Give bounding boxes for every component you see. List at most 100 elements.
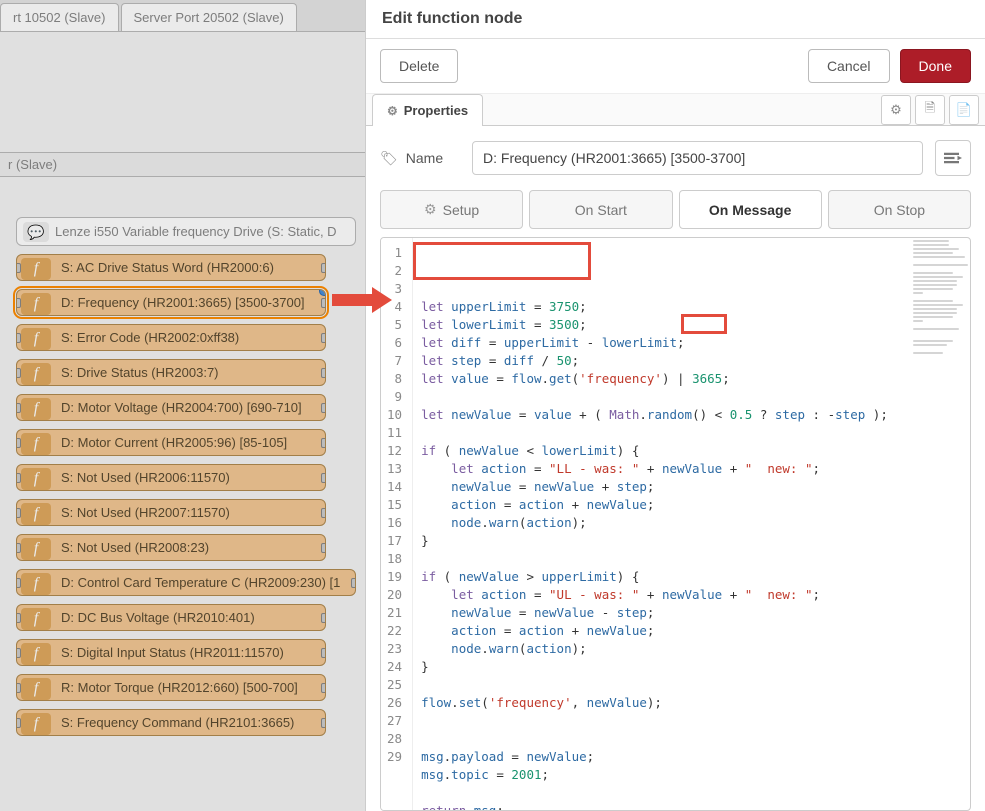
function-node[interactable]: fS: Digital Input Status (HR2011:11570)	[16, 639, 326, 666]
code-line[interactable]: node.warn(action);	[421, 640, 962, 658]
node-port-in[interactable]	[16, 508, 21, 518]
function-node-label: D: DC Bus Voltage (HR2010:401)	[61, 610, 255, 625]
code-line[interactable]: let upperLimit = 3750;	[421, 298, 962, 316]
code-line[interactable]: return msg;	[421, 802, 962, 811]
code-line[interactable]: msg.topic = 2001;	[421, 766, 962, 784]
node-port-in[interactable]	[16, 298, 21, 308]
annotation-highlight	[413, 242, 591, 280]
code-line[interactable]: let action = "LL - was: " + newValue + "…	[421, 460, 962, 478]
node-port-out[interactable]	[321, 438, 326, 448]
code-line[interactable]	[421, 730, 962, 748]
node-port-out[interactable]	[321, 718, 326, 728]
function-node[interactable]: fS: AC Drive Status Word (HR2000:6)	[16, 254, 326, 281]
function-node[interactable]: fS: Not Used (HR2008:23)	[16, 534, 326, 561]
node-port-out[interactable]	[351, 578, 356, 588]
code-body[interactable]: let upperLimit = 3750;let lowerLimit = 3…	[413, 238, 970, 810]
node-port-out[interactable]	[321, 543, 326, 553]
tab-on-stop[interactable]: On Stop	[828, 190, 971, 229]
code-line[interactable]	[421, 784, 962, 802]
node-stack: 💬 Lenze i550 Variable frequency Drive (S…	[0, 177, 365, 744]
code-line[interactable]: let action = "UL - was: " + newValue + "…	[421, 586, 962, 604]
panel-docs-button[interactable]: 🗎	[915, 95, 945, 125]
code-line[interactable]: let lowerLimit = 3500;	[421, 316, 962, 334]
properties-tab-row: ⚙ Properties ⚙ 🗎 📄	[366, 94, 985, 126]
flow-tab-1[interactable]: Server Port 20502 (Slave)	[121, 3, 297, 31]
function-node[interactable]: fD: Frequency (HR2001:3665) [3500-3700]	[16, 289, 326, 316]
node-port-out[interactable]	[321, 263, 326, 273]
node-port-out[interactable]	[321, 648, 326, 658]
code-line[interactable]: flow.set('frequency', newValue);	[421, 694, 962, 712]
node-port-in[interactable]	[16, 368, 21, 378]
node-port-out[interactable]	[321, 333, 326, 343]
function-node[interactable]: fS: Drive Status (HR2003:7)	[16, 359, 326, 386]
node-port-in[interactable]	[16, 648, 21, 658]
function-node[interactable]: fS: Error Code (HR2002:0xff38)	[16, 324, 326, 351]
name-input[interactable]	[472, 141, 923, 175]
delete-button[interactable]: Delete	[380, 49, 458, 83]
function-icon: f	[21, 503, 51, 525]
code-editor[interactable]: 1234567891011121314151617181920212223242…	[380, 237, 971, 811]
code-line[interactable]	[421, 676, 962, 694]
code-line[interactable]: newValue = newValue - step;	[421, 604, 962, 622]
function-node[interactable]: fD: DC Bus Voltage (HR2010:401)	[16, 604, 326, 631]
node-port-in[interactable]	[16, 613, 21, 623]
node-port-out[interactable]	[321, 613, 326, 623]
node-port-out[interactable]	[321, 473, 326, 483]
code-line[interactable]: msg.payload = newValue;	[421, 748, 962, 766]
code-line[interactable]: let newValue = value + ( Math.random() <…	[421, 406, 962, 424]
function-icon: f	[21, 643, 51, 665]
code-line[interactable]: action = action + newValue;	[421, 496, 962, 514]
done-button[interactable]: Done	[900, 49, 971, 83]
node-port-in[interactable]	[16, 263, 21, 273]
cancel-button[interactable]: Cancel	[808, 49, 890, 83]
function-node[interactable]: fS: Not Used (HR2007:11570)	[16, 499, 326, 526]
code-line[interactable]: }	[421, 532, 962, 550]
tab-on-start[interactable]: On Start	[529, 190, 672, 229]
function-node[interactable]: fS: Frequency Command (HR2101:3665)	[16, 709, 326, 736]
node-port-out[interactable]	[321, 508, 326, 518]
code-line[interactable]: if ( newValue < lowerLimit) {	[421, 442, 962, 460]
tab-setup[interactable]: ⚙ Setup	[380, 190, 523, 229]
code-line[interactable]: }	[421, 658, 962, 676]
node-port-out[interactable]	[321, 403, 326, 413]
code-line[interactable]	[421, 388, 962, 406]
code-line[interactable]	[421, 424, 962, 442]
function-node[interactable]: fD: Control Card Temperature C (HR2009:2…	[16, 569, 356, 596]
flow-tab-0[interactable]: rt 10502 (Slave)	[0, 3, 119, 31]
code-line[interactable]: let step = diff / 50;	[421, 352, 962, 370]
panel-aux-button[interactable]: 📄	[949, 95, 979, 125]
node-port-in[interactable]	[16, 438, 21, 448]
gear-icon: ⚙	[890, 102, 902, 118]
panel-actions: Delete Cancel Done	[366, 39, 985, 94]
node-port-in[interactable]	[16, 578, 21, 588]
code-line[interactable]: let value = flow.get('frequency') | 3665…	[421, 370, 962, 388]
code-line[interactable]: newValue = newValue + step;	[421, 478, 962, 496]
code-line[interactable]: if ( newValue > upperLimit) {	[421, 568, 962, 586]
node-port-out[interactable]	[321, 298, 326, 308]
flow-canvas[interactable]: rt 10502 (Slave) Server Port 20502 (Slav…	[0, 0, 365, 811]
code-line[interactable]	[421, 712, 962, 730]
code-line[interactable]: let diff = upperLimit - lowerLimit;	[421, 334, 962, 352]
comment-node[interactable]: 💬 Lenze i550 Variable frequency Drive (S…	[16, 217, 356, 246]
tab-on-message[interactable]: On Message	[679, 190, 822, 229]
node-port-in[interactable]	[16, 683, 21, 693]
node-port-in[interactable]	[16, 473, 21, 483]
node-port-out[interactable]	[321, 368, 326, 378]
properties-tab[interactable]: ⚙ Properties	[372, 94, 483, 126]
code-line[interactable]: action = action + newValue;	[421, 622, 962, 640]
code-line[interactable]	[421, 550, 962, 568]
node-port-in[interactable]	[16, 718, 21, 728]
function-icon: f	[21, 258, 51, 280]
function-node-label: S: Not Used (HR2008:23)	[61, 540, 209, 555]
node-port-in[interactable]	[16, 543, 21, 553]
node-port-out[interactable]	[321, 683, 326, 693]
env-button[interactable]	[935, 140, 971, 176]
function-node[interactable]: fD: Motor Current (HR2005:96) [85-105]	[16, 429, 326, 456]
function-node[interactable]: fS: Not Used (HR2006:11570)	[16, 464, 326, 491]
function-node[interactable]: fD: Motor Voltage (HR2004:700) [690-710]	[16, 394, 326, 421]
node-port-in[interactable]	[16, 403, 21, 413]
code-line[interactable]: node.warn(action);	[421, 514, 962, 532]
node-port-in[interactable]	[16, 333, 21, 343]
function-node[interactable]: fR: Motor Torque (HR2012:660) [500-700]	[16, 674, 326, 701]
panel-settings-button[interactable]: ⚙	[881, 95, 911, 125]
